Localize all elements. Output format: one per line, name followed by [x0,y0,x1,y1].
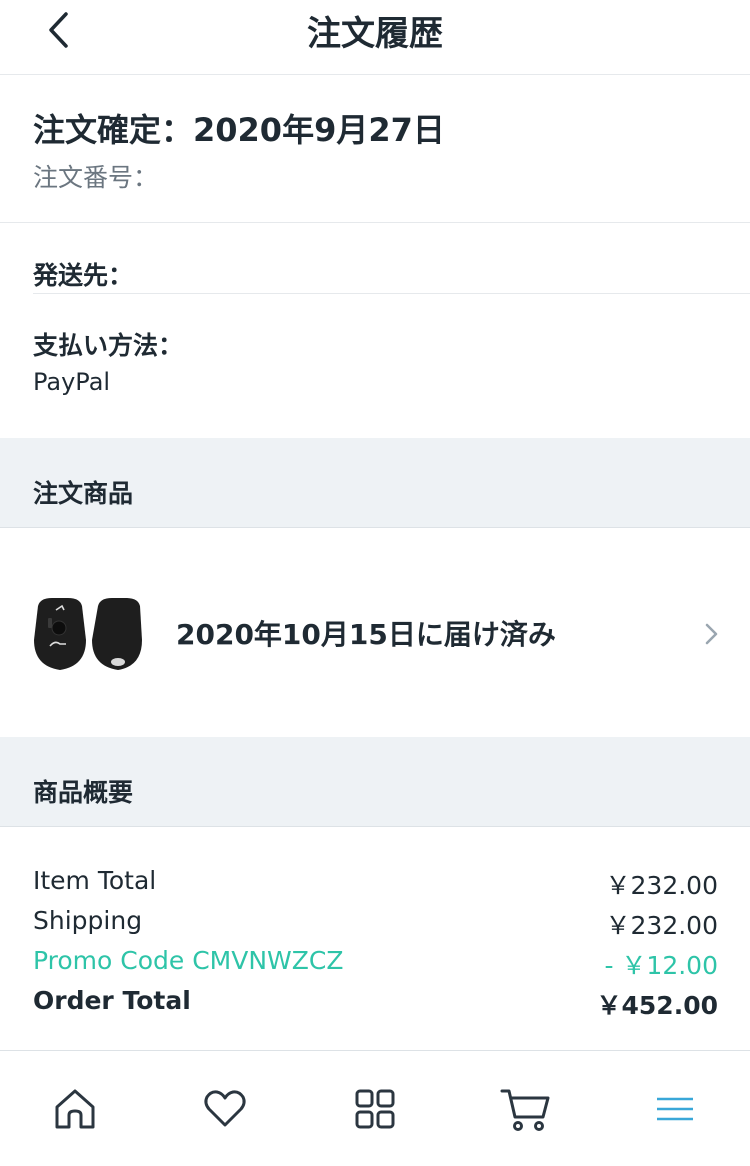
nav-favorites[interactable] [197,1081,253,1137]
summary-value: ￥232.00 [605,871,718,900]
ordered-items-header: 注文商品 [0,438,750,528]
divider [33,293,750,294]
summary-label: Item Total [33,866,157,895]
summary-row-promo: Promo Code CMVNWZCZ - ￥12.00 [33,946,718,980]
summary-row-item-total: Item Total ￥232.00 [33,866,718,900]
nav-home[interactable] [47,1081,103,1137]
bottom-nav [0,1050,750,1166]
nav-menu[interactable] [647,1081,703,1137]
order-confirmed-date: 注文確定：2020年9月27日 [33,111,445,149]
section-title: 商品概要 [33,778,134,807]
summary-label: Promo Code CMVNWZCZ [33,946,344,975]
summary-label: Shipping [33,906,143,935]
product-row[interactable]: 2020年10月15日に届け済み [0,529,750,737]
order-info: 注文確定：2020年9月27日 注文番号： [0,75,750,223]
section-title: 注文商品 [33,479,134,508]
summary-value: ￥452.00 [596,991,718,1020]
summary-row-order-total: Order Total ￥452.00 [33,986,718,1020]
home-icon [55,1089,95,1129]
page-title: 注文履歴 [307,14,443,54]
nav-categories[interactable] [347,1081,403,1137]
nav-cart[interactable] [497,1081,553,1137]
summary-value: - ￥12.00 [604,951,718,980]
product-summary-header: 商品概要 [0,737,750,827]
payment-method-value: PayPal [33,368,111,396]
heart-icon [204,1090,246,1127]
summary-row-shipping: Shipping ￥232.00 [33,906,718,940]
top-bar: 注文履歴 [0,0,750,75]
summary-value: ￥232.00 [605,911,718,940]
grid-icon [355,1089,395,1129]
car-key-cover-image [34,598,142,670]
payment-method-label: 支払い方法： [33,331,184,360]
order-number-label: 注文番号： [33,163,159,192]
cart-icon [500,1089,550,1131]
chevron-right-icon [705,623,718,645]
shipping-label: 発送先： [33,261,134,290]
menu-icon [657,1097,693,1121]
delivery-status: 2020年10月15日に届け済み [176,618,556,651]
summary-label: Order Total [33,986,191,1015]
